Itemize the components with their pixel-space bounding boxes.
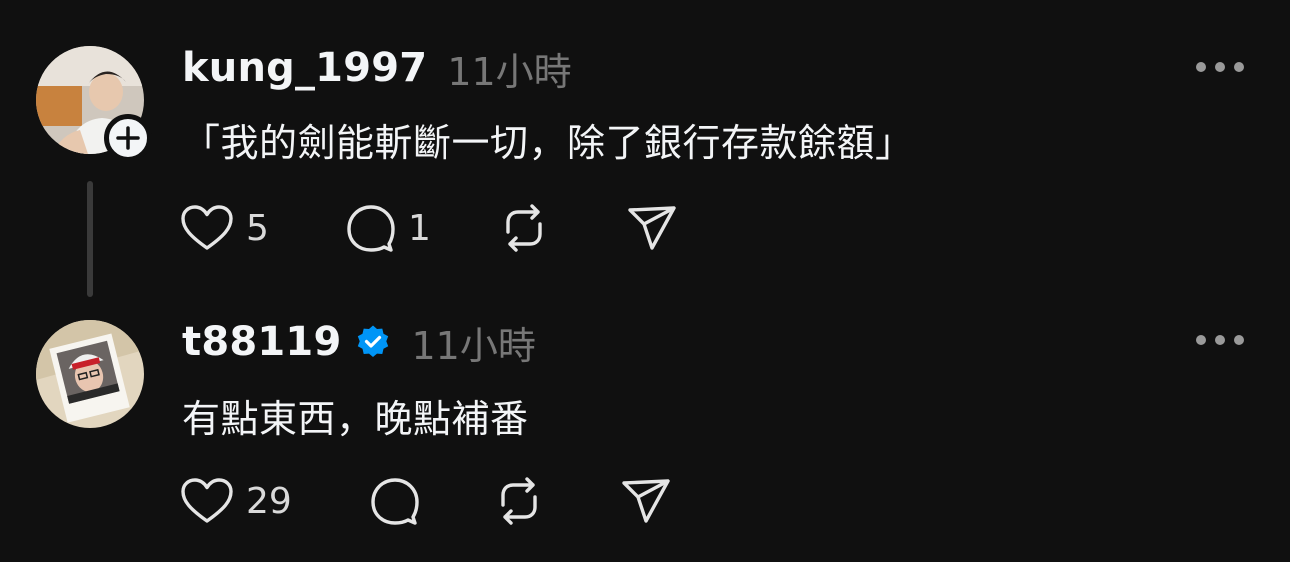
thread-post: kung_1997 11小時 「我的劍能斬斷一切，除了銀行存款餘額」 5 1 [0, 0, 1290, 300]
share-icon [628, 206, 676, 250]
thread-connector-line [87, 181, 93, 297]
post-text: 「我的劍能斬斷一切，除了銀行存款餘額」 [182, 121, 914, 165]
heart-icon [181, 205, 233, 250]
avatar-photo [36, 320, 144, 428]
like-count: 5 [246, 207, 269, 249]
share-button[interactable] [620, 473, 672, 529]
avatar-container [36, 46, 152, 162]
heart-icon [181, 478, 233, 523]
like-button[interactable]: 5 [180, 200, 269, 256]
comment-icon [347, 205, 395, 252]
more-options-button[interactable] [1196, 55, 1244, 79]
thread-post: t88119 11小時 有點東西，晚點補番 29 [0, 300, 1290, 562]
reply-button[interactable]: 1 [344, 200, 431, 256]
post-text: 有點東西，晚點補番 [182, 397, 529, 441]
plus-icon [116, 126, 140, 150]
share-icon [622, 479, 670, 523]
avatar-container [36, 320, 144, 428]
repost-icon [501, 477, 537, 525]
timestamp[interactable]: 11小時 [411, 315, 535, 370]
verified-badge-icon [355, 324, 391, 360]
repost-button[interactable] [498, 200, 550, 256]
comment-icon [371, 478, 419, 525]
reply-count: 1 [408, 207, 431, 249]
follow-button[interactable] [104, 114, 152, 162]
like-count: 29 [246, 480, 292, 522]
repost-icon [506, 204, 542, 252]
more-icon [1196, 335, 1206, 345]
username[interactable]: t88119 [182, 319, 341, 365]
username[interactable]: kung_1997 [182, 45, 427, 91]
more-options-button[interactable] [1196, 328, 1244, 352]
post-header: kung_1997 11小時 [182, 44, 572, 94]
more-icon [1196, 62, 1206, 72]
like-button[interactable]: 29 [180, 473, 292, 529]
share-button[interactable] [626, 200, 678, 256]
repost-button[interactable] [493, 473, 545, 529]
timestamp[interactable]: 11小時 [447, 41, 571, 96]
post-header: t88119 11小時 [182, 318, 536, 368]
avatar[interactable] [36, 320, 144, 428]
reply-button[interactable] [368, 473, 432, 529]
